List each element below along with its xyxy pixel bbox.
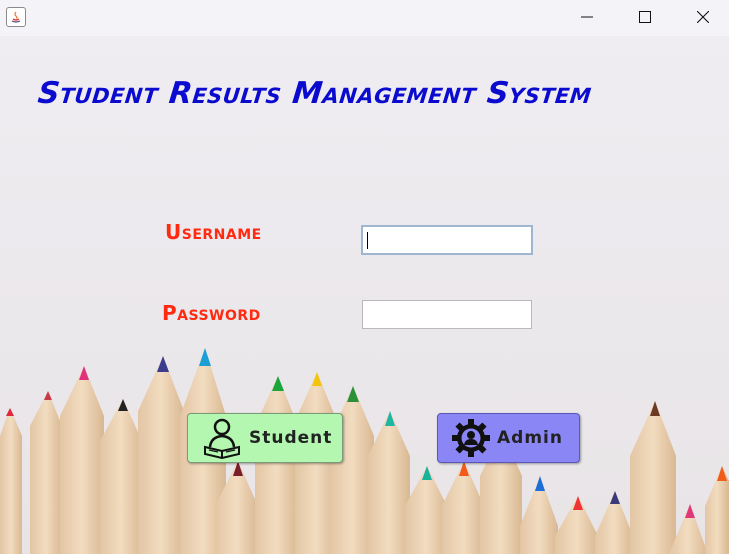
admin-button[interactable]: Admin bbox=[437, 413, 580, 463]
username-field[interactable] bbox=[361, 225, 533, 255]
student-button[interactable]: Student bbox=[187, 413, 343, 463]
student-button-label: Student bbox=[249, 428, 333, 448]
password-label: Password bbox=[162, 301, 261, 325]
java-app-icon bbox=[6, 7, 26, 27]
admin-button-label: Admin bbox=[497, 428, 563, 448]
text-caret bbox=[367, 232, 368, 249]
username-label: Username bbox=[165, 220, 262, 244]
close-button[interactable] bbox=[674, 0, 729, 34]
window-titlebar bbox=[0, 0, 729, 36]
login-panel: Student Results Management System Userna… bbox=[0, 36, 729, 554]
minimize-icon bbox=[581, 16, 593, 18]
gear-user-icon bbox=[451, 418, 491, 458]
minimize-button[interactable] bbox=[558, 0, 616, 34]
pencils-background-image bbox=[0, 348, 729, 554]
password-field[interactable] bbox=[362, 300, 532, 329]
close-icon bbox=[697, 11, 709, 23]
page-title: Student Results Management System bbox=[36, 76, 594, 111]
maximize-icon bbox=[639, 11, 651, 23]
maximize-button[interactable] bbox=[616, 0, 674, 34]
reading-student-icon bbox=[201, 417, 243, 459]
